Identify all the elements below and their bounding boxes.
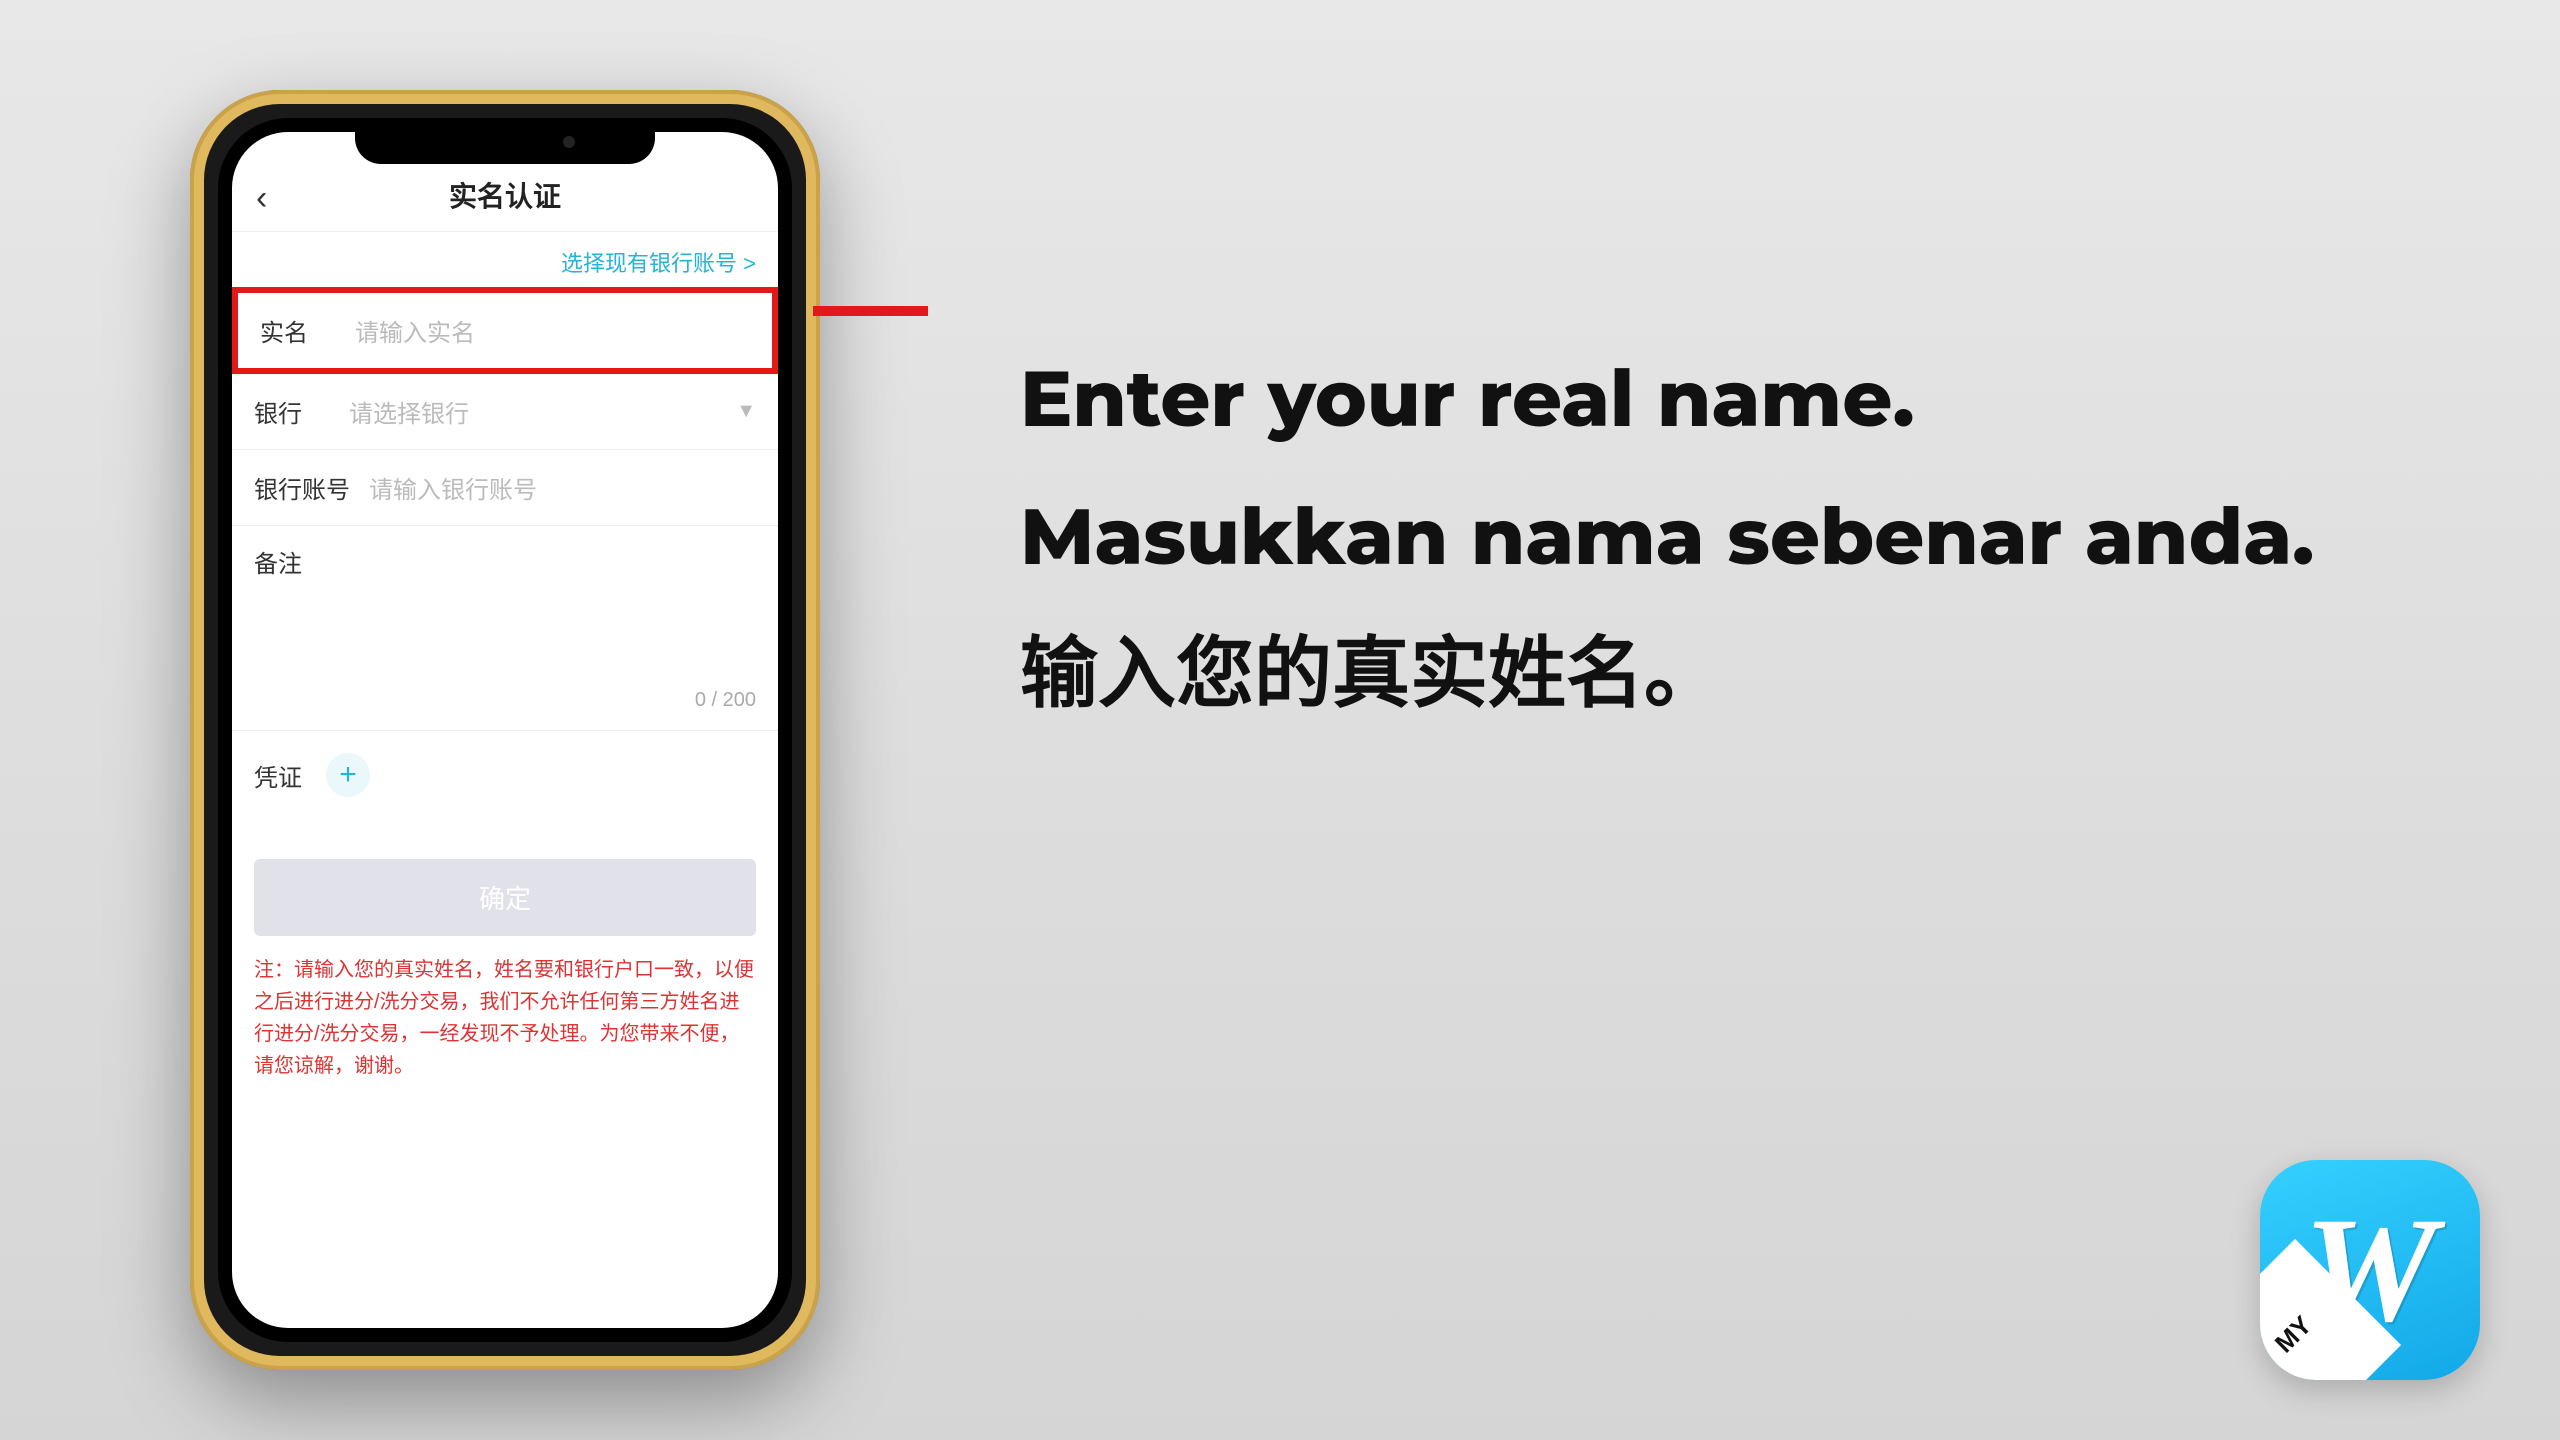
instruction-block: Enter your real name. Masukkan nama sebe…: [1020, 350, 2370, 763]
notes-counter: 0 / 200: [254, 689, 756, 722]
select-existing-account-link[interactable]: 选择现有银行账号 >: [232, 232, 778, 288]
notes-label: 备注: [254, 544, 756, 579]
phone-notch: [355, 118, 655, 164]
chevron-down-icon: ▼: [736, 400, 756, 423]
real-name-label: 实名: [260, 313, 355, 348]
proof-field: 凭证 +: [232, 731, 778, 819]
warning-text: 注：请输入您的真实姓名，姓名要和银行户口一致，以便之后进行进分/洗分交易，我们不…: [232, 954, 778, 1082]
real-name-field[interactable]: 实名 请输入实名: [232, 287, 778, 374]
bank-field[interactable]: 银行 请选择银行 ▼: [232, 374, 778, 450]
instruction-en: Enter your real name.: [1020, 350, 2370, 448]
app-screen: ‹ 实名认证 选择现有银行账号 > 实名 请输入实名 银行 请选择银行 ▼ 银行…: [232, 132, 778, 1328]
callout-line: [813, 306, 928, 316]
notes-textarea[interactable]: [254, 579, 756, 689]
real-name-placeholder: 请输入实名: [355, 313, 750, 348]
proof-label: 凭证: [254, 758, 302, 793]
add-proof-button[interactable]: +: [326, 753, 370, 797]
phone-bezel: ‹ 实名认证 选择现有银行账号 > 实名 请输入实名 银行 请选择银行 ▼ 银行…: [218, 118, 792, 1342]
phone-mockup: ‹ 实名认证 选择现有银行账号 > 实名 请输入实名 银行 请选择银行 ▼ 银行…: [190, 90, 820, 1370]
instruction-cn: 输入您的真实姓名。: [1020, 625, 2370, 723]
bank-account-placeholder: 请输入银行账号: [369, 470, 756, 505]
bank-placeholder: 请选择银行: [349, 394, 736, 429]
bank-account-field[interactable]: 银行账号 请输入银行账号: [232, 450, 778, 526]
app-icon: W MY: [2260, 1160, 2480, 1380]
notes-field[interactable]: 备注 0 / 200: [232, 526, 778, 731]
bank-account-label: 银行账号: [254, 470, 369, 505]
back-icon[interactable]: ‹: [256, 181, 267, 215]
bank-label: 银行: [254, 394, 349, 429]
page-title: 实名认证: [449, 175, 561, 215]
instruction-ms: Masukkan nama sebenar anda.: [1020, 488, 2370, 586]
submit-button[interactable]: 确定: [254, 859, 756, 936]
